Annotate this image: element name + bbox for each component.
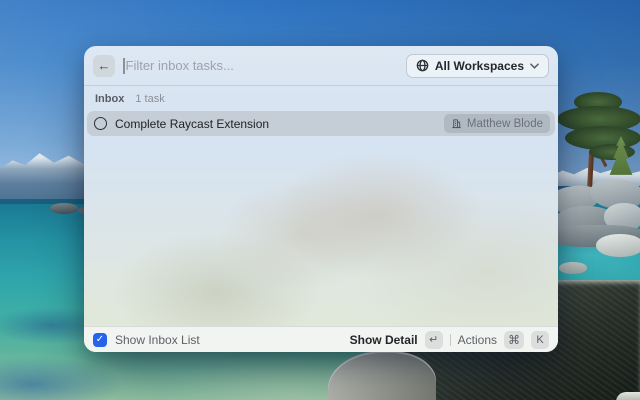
- return-keycap: ↵: [424, 330, 443, 349]
- task-row-selected[interactable]: Complete Raycast Extension Matthew Blode: [87, 111, 555, 136]
- raycast-window: ← All Workspaces Inbox 1 task: [84, 46, 558, 352]
- actions-button[interactable]: Actions: [458, 333, 497, 347]
- checkmark-icon: ✓: [95, 334, 105, 345]
- text-caret: [123, 57, 125, 74]
- task-status-circle-icon[interactable]: [94, 117, 107, 130]
- wallpaper-rock: [616, 392, 640, 400]
- k-keycap: K: [531, 330, 549, 349]
- back-button[interactable]: ←: [93, 54, 115, 77]
- window-footer: ✓ Show Inbox List Show Detail ↵ Actions …: [84, 326, 558, 352]
- globe-icon: [416, 59, 429, 72]
- section-title: Inbox: [95, 93, 125, 105]
- show-inbox-checkbox[interactable]: ✓: [93, 332, 107, 347]
- show-detail-button[interactable]: Show Detail: [350, 333, 418, 347]
- wallpaper-rock: [50, 203, 78, 214]
- workspace-selector-label: All Workspaces: [434, 58, 524, 73]
- wallpaper-white-boulder: [596, 234, 640, 257]
- search-input[interactable]: [125, 58, 406, 73]
- task-title: Complete Raycast Extension: [115, 116, 270, 131]
- content-area: [84, 136, 558, 326]
- section-count: 1 task: [135, 93, 165, 105]
- window-topbar: ← All Workspaces: [84, 46, 558, 86]
- footer-actions: Show Detail ↵ Actions ⌘ K: [350, 330, 549, 349]
- section-header: Inbox 1 task: [84, 86, 558, 109]
- organization-icon: [451, 118, 462, 129]
- chevron-down-icon: [530, 62, 539, 69]
- workspace-selector[interactable]: All Workspaces: [405, 53, 549, 78]
- assignee-name: Matthew Blode: [466, 117, 543, 130]
- show-inbox-label: Show Inbox List: [115, 332, 200, 347]
- assignee-badge: Matthew Blode: [443, 114, 550, 133]
- command-keycap: ⌘: [504, 330, 524, 349]
- footer-divider: [449, 333, 451, 346]
- back-arrow-icon: ←: [97, 58, 111, 73]
- wallpaper-rock: [559, 262, 587, 274]
